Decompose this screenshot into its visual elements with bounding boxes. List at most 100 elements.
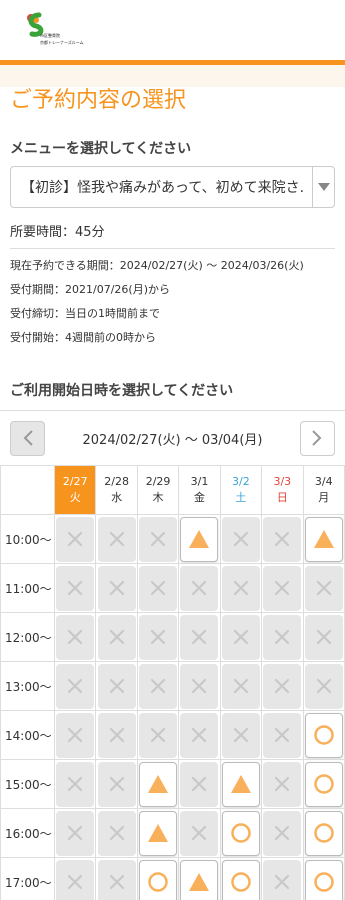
slot-cell — [302, 710, 345, 760]
cross-icon — [275, 874, 290, 890]
slot-unavailable — [263, 761, 302, 807]
time-column-header — [0, 465, 55, 515]
cross-icon — [109, 776, 124, 792]
slot-cell — [178, 857, 221, 900]
slot-few-left[interactable] — [180, 516, 219, 562]
cross-icon — [233, 531, 248, 547]
time-row: 17:00〜 — [0, 857, 345, 900]
day-weekday: 金 — [193, 491, 205, 504]
slot-unavailable — [180, 761, 219, 807]
divider — [0, 410, 345, 411]
slot-available[interactable] — [221, 810, 260, 856]
day-date: 3/3 — [273, 475, 292, 488]
day-header: 2/29 木 — [136, 465, 180, 515]
day-date: 2/29 — [145, 475, 171, 488]
slot-available[interactable] — [304, 859, 343, 900]
cross-icon — [192, 629, 207, 645]
slot-unavailable — [97, 761, 136, 807]
slot-few-left[interactable] — [180, 859, 219, 900]
info-period: 現在予約できる期間：2024/02/27(火) 〜 2024/03/26(火) — [10, 259, 304, 272]
time-label: 14:00〜 — [0, 710, 55, 760]
info-start: 受付開始：4週間前の0時から — [10, 331, 156, 344]
slot-cell — [53, 857, 97, 900]
chevron-down-icon[interactable] — [312, 167, 334, 207]
time-row: 11:00〜 — [0, 563, 345, 613]
slot-few-left[interactable] — [139, 761, 178, 807]
week-navigation: 2024/02/27(火) 〜 03/04(月) — [0, 419, 345, 457]
slot-unavailable — [97, 614, 136, 660]
cross-icon — [316, 629, 331, 645]
slot-available[interactable] — [221, 859, 260, 900]
site-header: 市区整骨院 京都トレーナーズルーム — [0, 0, 345, 60]
calendar-header-row: 2/27 火 2/28 水 2/29 木 3/1 金 3/2 土 3/3 日 3/4 月 — [0, 465, 345, 515]
calendar-section-label: ご利用開始日時を選択してください — [10, 383, 234, 399]
circle-icon — [314, 872, 334, 892]
slot-unavailable — [263, 663, 302, 709]
cross-icon — [109, 629, 124, 645]
slot-few-left[interactable] — [221, 761, 260, 807]
day-header: 2/27 火 — [53, 465, 97, 515]
slot-cell — [95, 612, 138, 662]
slot-unavailable — [56, 859, 95, 900]
cross-icon — [68, 678, 83, 694]
cross-icon — [275, 825, 290, 841]
prev-week-button[interactable] — [10, 420, 45, 456]
time-row: 13:00〜 — [0, 661, 345, 711]
slot-unavailable — [56, 761, 95, 807]
day-header: 3/4 月 — [302, 465, 345, 515]
slot-unavailable — [263, 712, 302, 758]
slot-cell — [53, 808, 97, 858]
cross-icon — [68, 531, 83, 547]
slot-unavailable — [139, 565, 178, 611]
next-week-button[interactable] — [299, 420, 335, 456]
slot-cell — [302, 514, 345, 564]
cross-icon — [68, 825, 83, 841]
duration-text: 所要時間：45分 — [10, 225, 105, 240]
day-header: 3/1 金 — [178, 465, 221, 515]
slot-cell — [261, 710, 304, 760]
slot-unavailable — [56, 565, 95, 611]
slot-few-left[interactable] — [304, 516, 343, 562]
slot-cell — [53, 612, 97, 662]
cross-icon — [233, 580, 248, 596]
slot-cell — [53, 514, 97, 564]
menu-select[interactable]: 【初診】怪我や痛みがあって、初めて来院さ... — [10, 166, 335, 208]
cross-icon — [192, 678, 207, 694]
day-weekday: 水 — [111, 491, 123, 504]
slot-unavailable — [139, 663, 178, 709]
time-row: 16:00〜 — [0, 808, 345, 858]
menu-section-label: メニューを選択してください — [10, 141, 192, 157]
cross-icon — [275, 580, 290, 596]
slot-cell — [53, 759, 97, 809]
slot-unavailable — [180, 712, 219, 758]
page-title: ご予約内容の選択 — [10, 88, 187, 113]
slot-available[interactable] — [139, 859, 178, 900]
cross-icon — [68, 776, 83, 792]
slot-available[interactable] — [304, 712, 343, 758]
cross-icon — [192, 825, 207, 841]
slot-few-left[interactable] — [139, 810, 178, 856]
cross-icon — [316, 678, 331, 694]
day-weekday: 火 — [69, 491, 81, 504]
logo-text-line1: 市区整骨院 — [40, 33, 60, 38]
slot-unavailable — [304, 565, 343, 611]
slot-available[interactable] — [304, 761, 343, 807]
cross-icon — [275, 629, 290, 645]
slot-cell — [302, 857, 345, 900]
slot-unavailable — [56, 712, 95, 758]
slot-available[interactable] — [304, 810, 343, 856]
cross-icon — [109, 580, 124, 596]
slot-unavailable — [97, 516, 136, 562]
cross-icon — [192, 727, 207, 743]
slot-cell — [219, 857, 263, 900]
slot-cell — [136, 710, 180, 760]
time-label: 15:00〜 — [0, 759, 55, 809]
slot-cell — [178, 612, 221, 662]
slot-unavailable — [221, 614, 260, 660]
triangle-icon — [148, 775, 169, 793]
slot-unavailable — [263, 859, 302, 900]
time-label: 13:00〜 — [0, 661, 55, 711]
slot-cell — [178, 710, 221, 760]
triangle-icon — [148, 824, 169, 842]
slot-unavailable — [180, 614, 219, 660]
